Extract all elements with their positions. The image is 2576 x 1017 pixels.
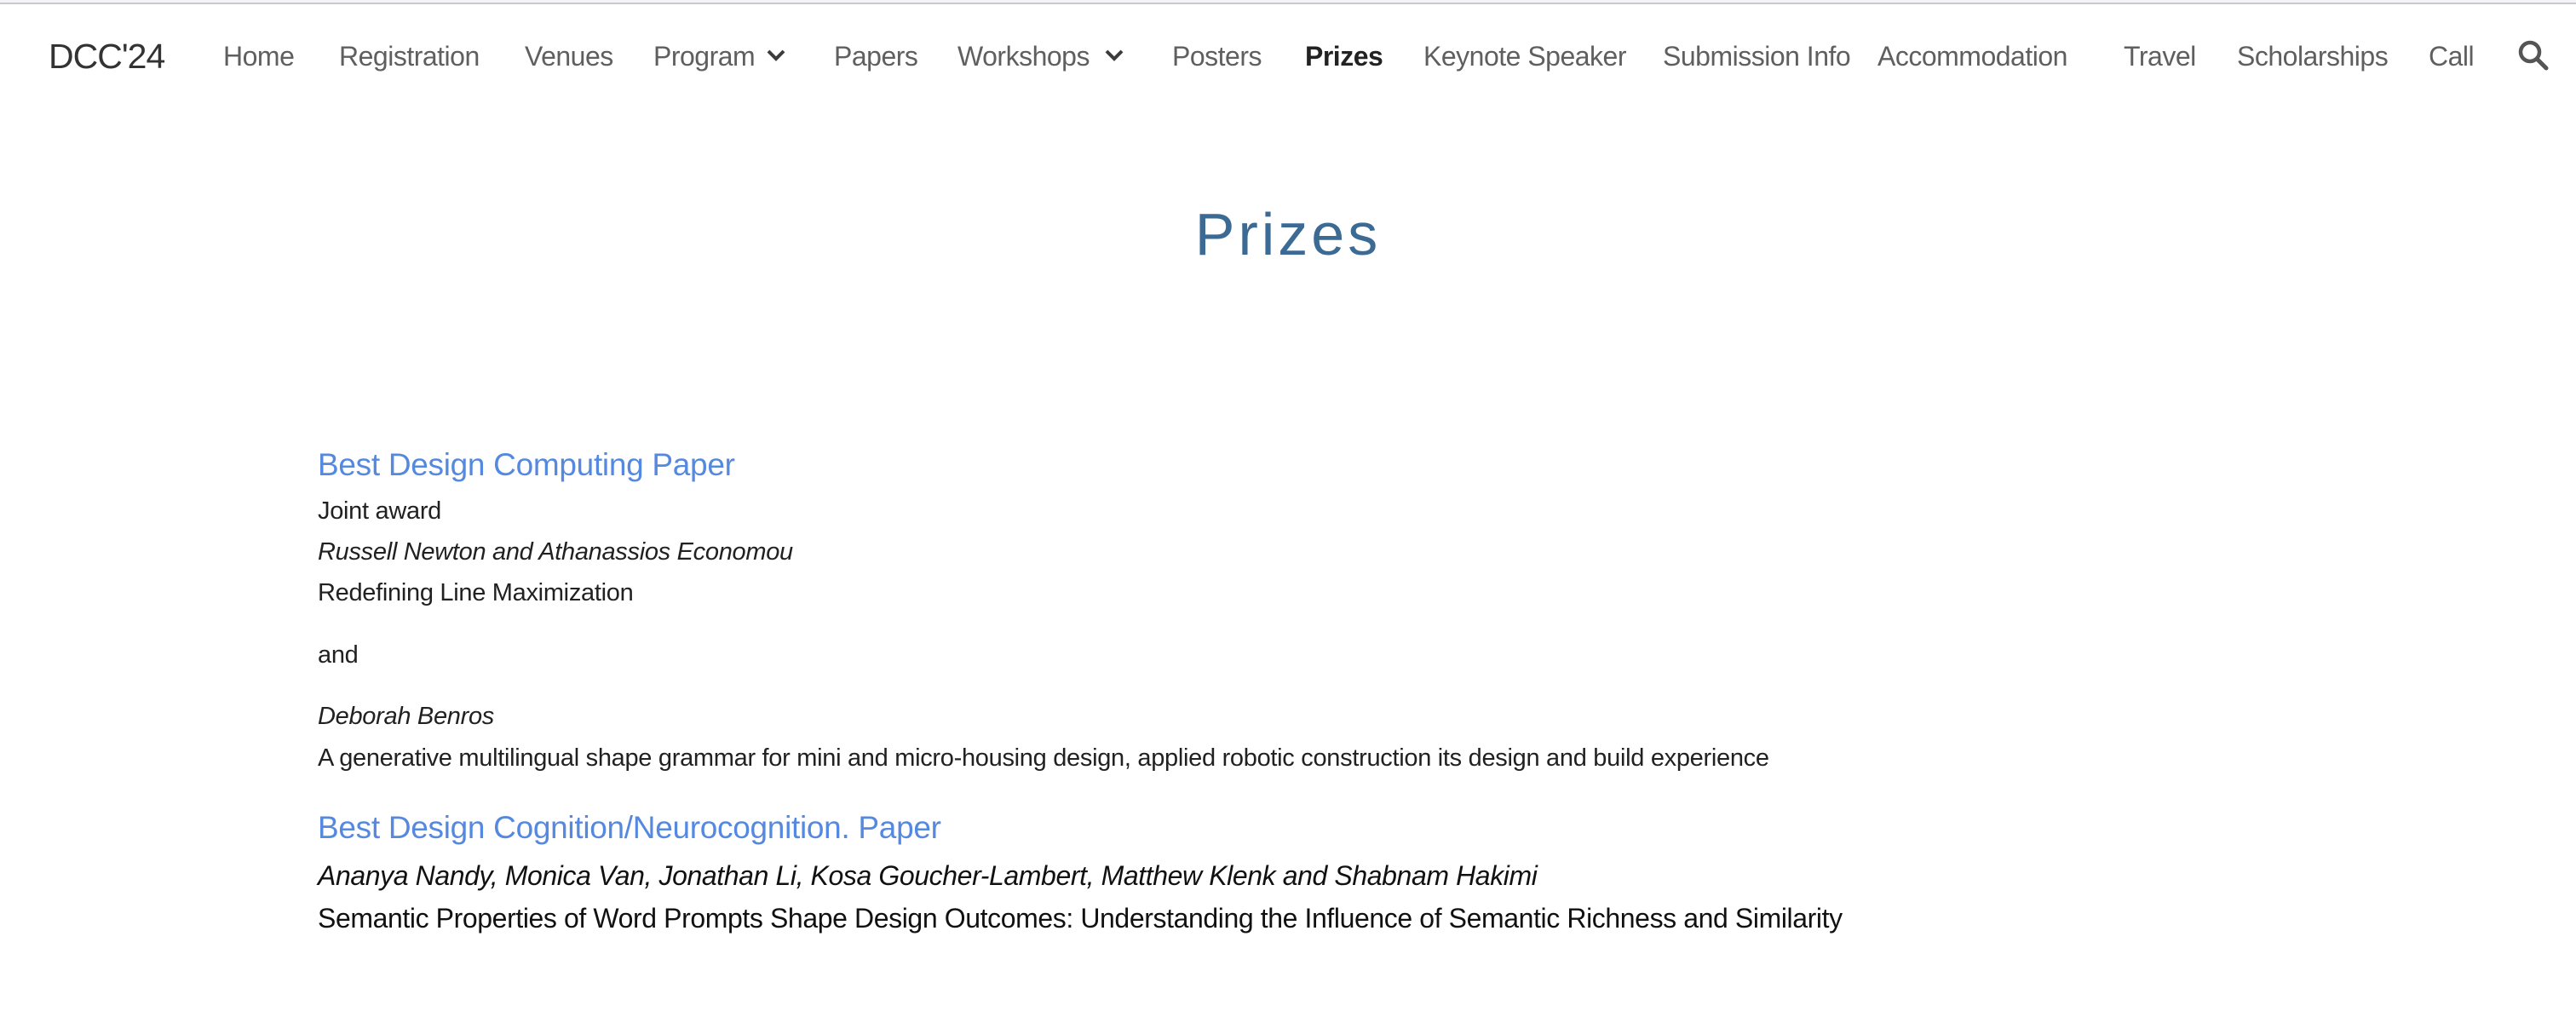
nav-item-accommodation[interactable]: Accommodation bbox=[1877, 37, 2067, 76]
nav-item-keynote-speaker[interactable]: Keynote Speaker bbox=[1423, 37, 1627, 76]
award-authors: Deborah Benros bbox=[318, 703, 494, 730]
search-icon[interactable] bbox=[2516, 38, 2551, 72]
nav-item-workshops[interactable]: Workshops bbox=[957, 37, 1090, 76]
chevron-down-icon[interactable] bbox=[1104, 48, 1124, 63]
nav-item-call[interactable]: Call bbox=[2429, 37, 2475, 76]
award-authors: Russell Newton and Athanassios Economou bbox=[318, 538, 793, 566]
nav-item-scholarships[interactable]: Scholarships bbox=[2237, 37, 2389, 76]
nav-item-submission-info[interactable]: Submission Info bbox=[1663, 37, 1851, 76]
nav-item-posters[interactable]: Posters bbox=[1172, 37, 1262, 76]
site-logo[interactable]: DCC'24 bbox=[49, 35, 165, 78]
section-heading: Best Design Cognition/Neurocognition. Pa… bbox=[318, 810, 941, 845]
nav-item-papers[interactable]: Papers bbox=[834, 37, 918, 76]
page-title: Prizes bbox=[1194, 201, 1382, 267]
nav-item-venues[interactable]: Venues bbox=[525, 37, 613, 76]
award-paper-title: Semantic Properties of Word Prompts Shap… bbox=[318, 903, 1843, 934]
nav-item-prizes[interactable]: Prizes bbox=[1305, 37, 1383, 76]
site-header: DCC'24 Home Registration Venues Program … bbox=[0, 4, 2576, 98]
nav-item-home[interactable]: Home bbox=[223, 37, 295, 76]
award-separator: and bbox=[318, 641, 359, 669]
nav-item-program[interactable]: Program bbox=[653, 37, 756, 76]
award-note: Joint award bbox=[318, 497, 441, 525]
nav-item-travel[interactable]: Travel bbox=[2124, 37, 2196, 76]
nav-item-registration[interactable]: Registration bbox=[339, 37, 480, 76]
section-heading: Best Design Computing Paper bbox=[318, 447, 735, 482]
award-authors: Ananya Nandy, Monica Van, Jonathan Li, K… bbox=[318, 860, 1538, 891]
award-paper-title: A generative multilingual shape grammar … bbox=[318, 744, 1769, 772]
chevron-down-icon[interactable] bbox=[766, 48, 786, 63]
award-paper-title: Redefining Line Maximization bbox=[318, 579, 634, 606]
